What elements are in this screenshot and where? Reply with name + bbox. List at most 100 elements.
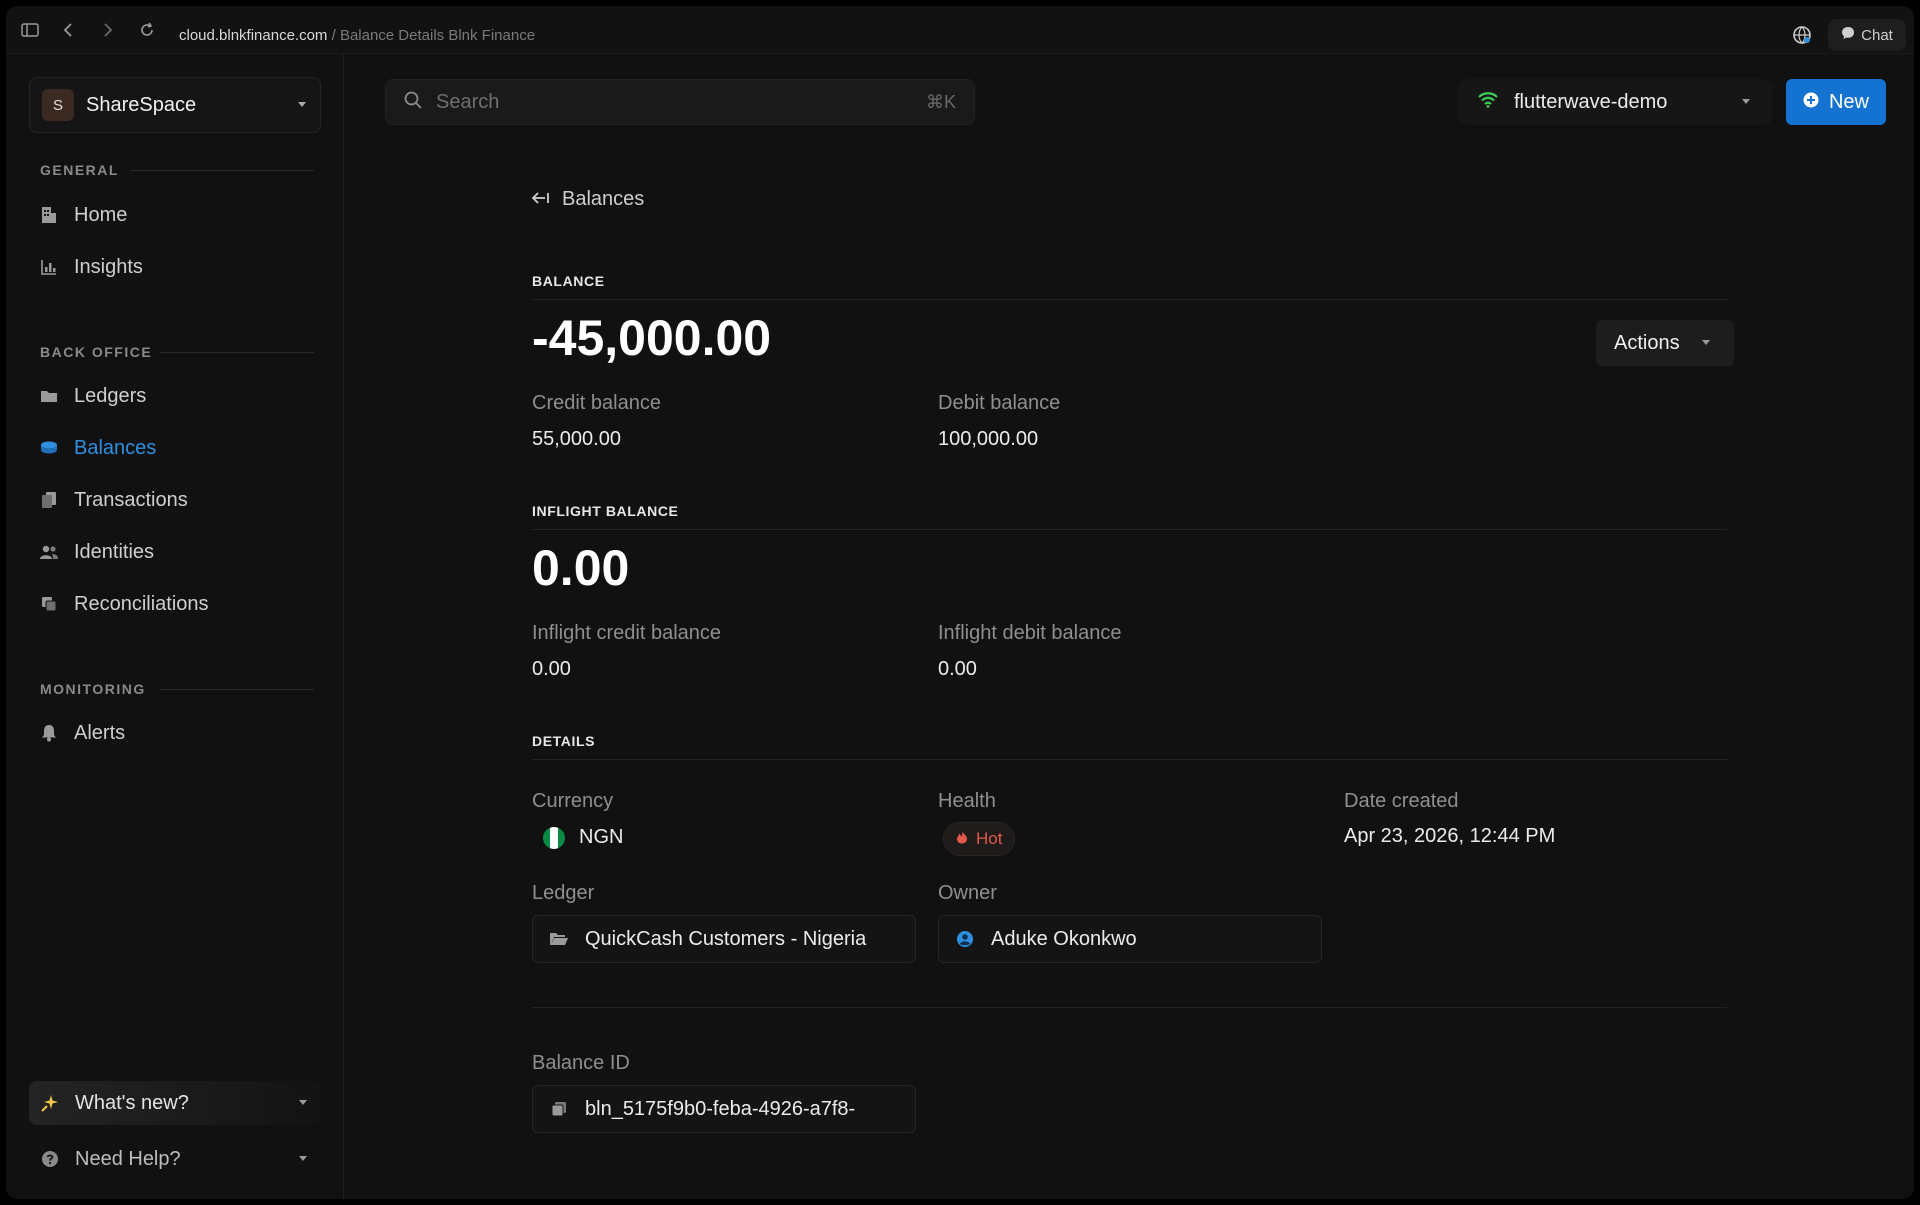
sidebar-item-balances[interactable]: Balances	[40, 430, 320, 466]
extension-globe-icon[interactable]	[1792, 25, 1812, 45]
currency-label: Currency	[532, 790, 614, 812]
sidebar-item-label: Reconciliations	[74, 592, 209, 615]
section-divider	[532, 1007, 1727, 1008]
environment-name: flutterwave-demo	[1514, 90, 1668, 113]
section-label-back-office: BACK OFFICE	[40, 344, 314, 360]
sidebar-item-label: Alerts	[74, 721, 126, 744]
sidebar-item-home[interactable]: Home	[40, 197, 320, 233]
whats-new-label: What's new?	[75, 1091, 189, 1114]
owner-link[interactable]: Aduke Okonkwo	[938, 915, 1322, 963]
whats-new-button[interactable]: What's new?	[29, 1081, 321, 1125]
folder-icon	[40, 387, 58, 405]
sidebar-toggle-icon[interactable]	[20, 20, 40, 40]
section-divider	[160, 689, 314, 690]
balance-id-copy-field[interactable]: bln_5175f9b0-feba-4926-a7f8-	[532, 1085, 916, 1133]
forward-arrow-icon[interactable]	[98, 20, 118, 40]
debit-balance-value: 100,000.00	[938, 428, 1039, 450]
sidebar-item-reconciliations[interactable]: Reconciliations	[40, 586, 320, 622]
nigeria-flag-icon	[543, 826, 565, 849]
owner-value: Aduke Okonkwo	[991, 927, 1137, 950]
chevron-down-icon	[1702, 340, 1710, 345]
health-value: Hot	[976, 829, 1003, 848]
balance-id-value: bln_5175f9b0-feba-4926-a7f8-	[585, 1097, 856, 1120]
sidebar-item-label: Insights	[74, 255, 143, 278]
details-heading: DETAILS	[532, 733, 1727, 760]
inflight-debit-label: Inflight debit balance	[938, 622, 1122, 644]
date-created-label: Date created	[1344, 790, 1459, 812]
wifi-signal-icon	[1478, 91, 1498, 114]
folder-open-icon	[549, 929, 569, 949]
section-divider	[130, 170, 314, 171]
health-badge: Hot	[943, 822, 1016, 856]
back-arrow-icon[interactable]	[58, 20, 78, 40]
environment-selector[interactable]: flutterwave-demo	[1458, 79, 1772, 125]
sidebar-item-ledgers[interactable]: Ledgers	[40, 378, 320, 414]
sidebar: S ShareSpace GENERAL Home Insights BACK …	[6, 54, 344, 1199]
section-label-text: MONITORING	[40, 681, 146, 697]
credit-balance-label: Credit balance	[532, 392, 661, 414]
date-created-value: Apr 23, 2026, 12:44 PM	[1344, 825, 1556, 847]
search-shortcut: ⌘K	[925, 92, 956, 112]
sidebar-item-insights[interactable]: Insights	[40, 249, 320, 285]
sidebar-item-label: Ledgers	[74, 384, 147, 407]
user-circle-icon	[955, 929, 975, 949]
users-icon	[40, 543, 58, 561]
credit-balance-value: 55,000.00	[532, 428, 621, 450]
chevron-down-icon	[299, 1100, 307, 1105]
back-label: Balances	[562, 188, 645, 210]
balance-id-label: Balance ID	[532, 1052, 630, 1074]
sidebar-item-transactions[interactable]: Transactions	[40, 482, 320, 518]
need-help-label: Need Help?	[75, 1147, 181, 1170]
main-content: Balances BALANCE -45,000.00 Actions Cred…	[345, 146, 1914, 1199]
back-to-balances-link[interactable]: Balances	[531, 188, 645, 211]
inflight-debit-value: 0.00	[938, 658, 977, 680]
inflight-credit-label: Inflight credit balance	[532, 622, 722, 644]
inflight-balance-heading: INFLIGHT BALANCE	[532, 503, 1727, 530]
address-bar[interactable]: cloud.blnkfinance.com / Balance Details …	[179, 27, 535, 44]
section-label-monitoring: MONITORING	[40, 681, 314, 697]
sparkle-icon	[41, 1094, 59, 1112]
section-label-text: GENERAL	[40, 162, 119, 178]
actions-label: Actions	[1614, 331, 1680, 354]
balance-amount: -45,000.00	[532, 310, 772, 366]
copy-icon[interactable]	[549, 1099, 569, 1119]
ledger-label: Ledger	[532, 882, 595, 904]
ledger-link[interactable]: QuickCash Customers - Nigeria	[532, 915, 916, 963]
sidebar-item-alerts[interactable]: Alerts	[40, 715, 320, 751]
new-button-label: New	[1828, 90, 1869, 113]
search-input[interactable]: Search ⌘K	[385, 79, 975, 125]
search-placeholder: Search	[436, 90, 500, 113]
top-bar: Search ⌘K flutterwave-demo New	[345, 54, 1914, 146]
sidebar-item-label: Home	[74, 203, 128, 226]
reload-icon[interactable]	[137, 20, 157, 40]
bar-chart-icon	[40, 258, 58, 276]
workspace-switcher[interactable]: S ShareSpace	[29, 77, 321, 133]
workspace-name: ShareSpace	[86, 93, 197, 116]
sidebar-item-label: Transactions	[74, 488, 188, 511]
actions-dropdown[interactable]: Actions	[1596, 320, 1734, 366]
coins-icon	[40, 439, 58, 457]
need-help-button[interactable]: Need Help?	[29, 1137, 321, 1181]
files-icon	[40, 491, 58, 509]
url-page-title: Balance Details Blnk Finance	[339, 27, 536, 44]
chat-label: Chat	[1861, 26, 1893, 44]
browser-toolbar: cloud.blnkfinance.com / Balance Details …	[6, 6, 1914, 54]
new-button[interactable]: New	[1786, 79, 1886, 125]
inflight-balance-amount: 0.00	[532, 540, 630, 596]
search-icon	[404, 91, 422, 114]
currency-code: NGN	[579, 826, 624, 848]
url-domain: cloud.blnkfinance.com	[179, 27, 328, 44]
sidebar-item-identities[interactable]: Identities	[40, 534, 320, 570]
owner-label: Owner	[938, 882, 997, 904]
sidebar-item-label: Identities	[74, 540, 155, 563]
flame-icon	[956, 829, 968, 849]
chat-button[interactable]: Chat	[1828, 19, 1906, 51]
bell-icon	[40, 724, 58, 742]
ledger-value: QuickCash Customers - Nigeria	[585, 927, 867, 950]
chevron-down-icon	[299, 1156, 307, 1161]
debit-balance-label: Debit balance	[938, 392, 1061, 414]
building-icon	[40, 206, 58, 224]
browser-window: cloud.blnkfinance.com / Balance Details …	[6, 6, 1914, 1199]
workspace-avatar: S	[42, 89, 74, 121]
chevron-down-icon	[1742, 99, 1750, 104]
